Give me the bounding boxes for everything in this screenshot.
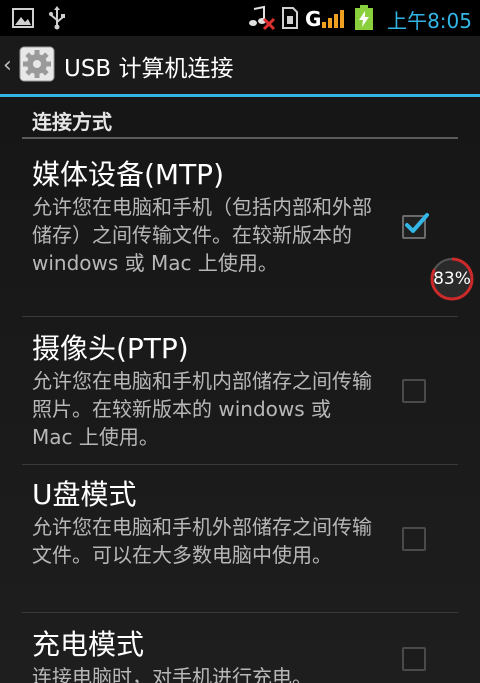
option-title: 充电模式 <box>32 628 145 661</box>
option-title: 媒体设备(MTP) <box>32 158 224 191</box>
status-bar: G 上午8:05 <box>0 0 480 36</box>
chevron-left-icon[interactable]: ‹ <box>3 53 12 78</box>
option-title: 摄像头(PTP) <box>32 332 189 365</box>
mtp-checkbox[interactable] <box>402 213 429 239</box>
badge-percent: 83% <box>433 269 471 289</box>
option-title: U盘模式 <box>32 478 137 511</box>
category-divider <box>22 137 458 139</box>
page-title: USB 计算机连接 <box>64 56 234 82</box>
category-header: 连接方式 <box>32 110 112 134</box>
option-ptp[interactable]: 摄像头(PTP) 允许您在电脑和手机内部储存之间传输照片。在较新版本的 wind… <box>0 317 480 477</box>
ptp-checkbox[interactable] <box>402 379 426 403</box>
sim-icon <box>282 7 298 33</box>
music-muted-icon <box>248 5 276 35</box>
option-summary: 允许您在电脑和手机（包括内部和外部储存）之间传输文件。在较新版本的 window… <box>32 195 372 275</box>
option-summary: 允许您在电脑和手机外部储存之间传输文件。可以在大多数电脑中使用。 <box>32 515 372 567</box>
checkmark-icon <box>404 211 430 241</box>
settings-gear-icon[interactable] <box>19 46 55 82</box>
option-mtp[interactable]: 媒体设备(MTP) 允许您在电脑和手机（包括内部和外部储存）之间传输文件。在较新… <box>0 141 480 317</box>
image-icon <box>12 8 34 32</box>
battery-charging-icon <box>354 5 374 35</box>
progress-badge[interactable]: 83% <box>430 257 474 301</box>
status-clock: 上午8:05 <box>387 9 472 33</box>
svg-text:G: G <box>305 7 321 30</box>
option-summary: 连接电脑时，对手机进行充电。 <box>32 665 312 683</box>
option-charge-only[interactable]: 充电模式 连接电脑时，对手机进行充电。 <box>0 613 480 683</box>
action-bar: ‹ USB 计算机连接 <box>0 36 480 94</box>
signal-g-icon: G <box>305 6 345 34</box>
option-usb-storage[interactable]: U盘模式 允许您在电脑和手机外部储存之间传输文件。可以在大多数电脑中使用。 <box>0 465 480 613</box>
usb-storage-checkbox[interactable] <box>402 527 426 551</box>
charge-only-checkbox[interactable] <box>402 647 426 671</box>
usb-icon <box>48 6 66 34</box>
settings-list: 连接方式 媒体设备(MTP) 允许您在电脑和手机（包括内部和外部储存）之间传输文… <box>0 97 480 683</box>
option-summary: 允许您在电脑和手机内部储存之间传输照片。在较新版本的 windows 或 Mac… <box>32 369 372 449</box>
